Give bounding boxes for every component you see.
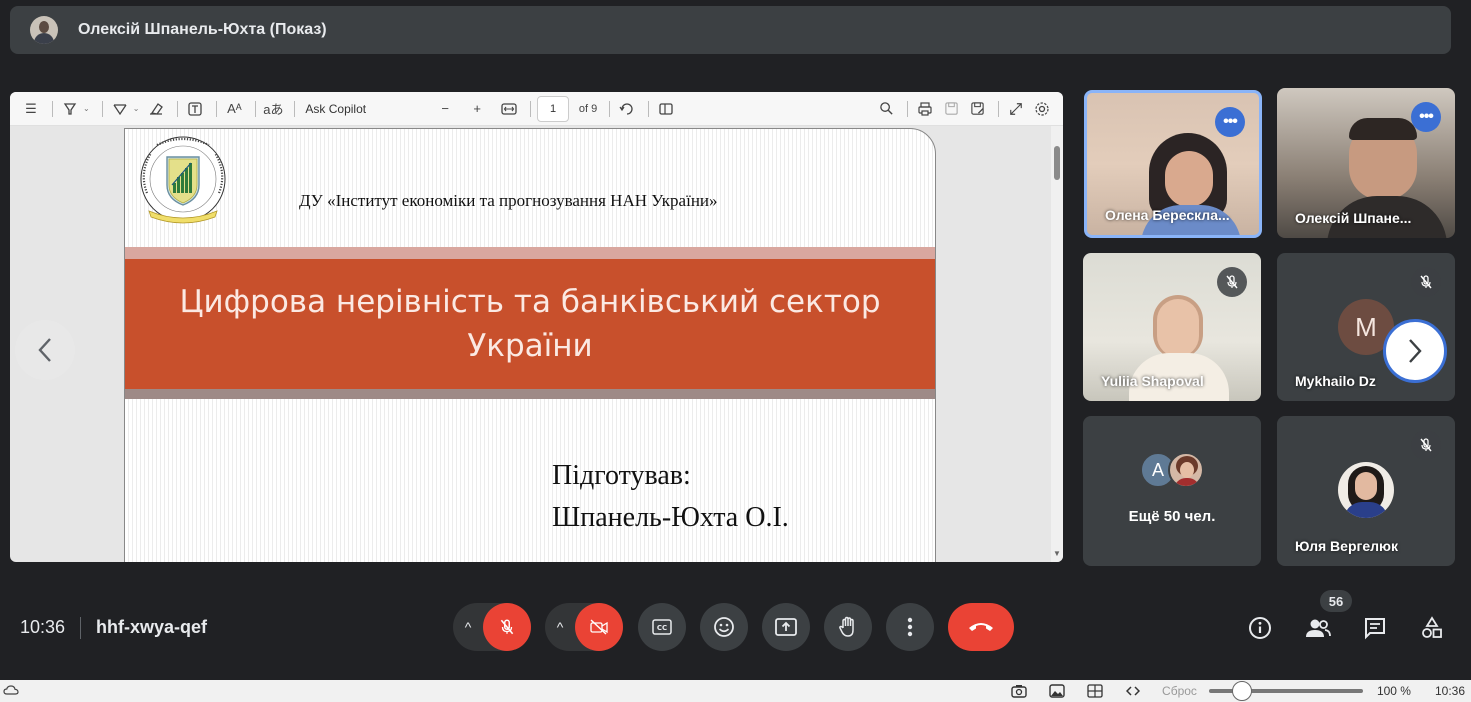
fullscreen-icon[interactable] bbox=[1005, 98, 1027, 120]
participants-count-badge: 56 bbox=[1320, 590, 1352, 612]
next-participants-button[interactable] bbox=[1383, 319, 1447, 383]
chevron-down-icon[interactable]: ⌄ bbox=[133, 104, 140, 113]
participant-tile[interactable]: Yuliia Shapoval bbox=[1083, 253, 1261, 401]
previous-page-button[interactable] bbox=[15, 320, 75, 380]
camera-control: ^ bbox=[545, 603, 623, 651]
highlight-icon[interactable] bbox=[59, 98, 81, 120]
code-icon[interactable] bbox=[1124, 684, 1142, 698]
muted-icon bbox=[1411, 267, 1441, 297]
more-participants-label: Ещё 50 чел. bbox=[1128, 508, 1216, 525]
meeting-details-icon[interactable] bbox=[1244, 612, 1276, 644]
slide-author: Підготував: Шпанель-Юхта О.І. bbox=[552, 455, 789, 539]
participant-name: Олексій Шпане... bbox=[1295, 210, 1412, 226]
microphone-off-button[interactable] bbox=[483, 603, 531, 651]
print-icon[interactable] bbox=[914, 98, 936, 120]
contents-icon[interactable]: ☰ bbox=[20, 98, 42, 120]
participant-name: Mykhailo Dz bbox=[1295, 373, 1376, 389]
image-icon[interactable] bbox=[1048, 684, 1066, 698]
presenter-avatar bbox=[30, 16, 58, 44]
rotate-icon[interactable] bbox=[616, 98, 638, 120]
save-as-icon[interactable] bbox=[966, 98, 988, 120]
participant-name: Yuliia Shapoval bbox=[1101, 373, 1204, 389]
pdf-viewer: ☰ ⌄ ⌄ Aᴬ aあ Ask Copilot − + 1 of 9 ДУ «І… bbox=[10, 92, 1063, 562]
participant-avatar bbox=[1338, 462, 1394, 518]
slide-title-line-2: України bbox=[467, 328, 593, 364]
pdf-toolbar: ☰ ⌄ ⌄ Aᴬ aあ Ask Copilot − + 1 of 9 bbox=[10, 92, 1063, 126]
zoom-in-icon[interactable]: + bbox=[466, 98, 488, 120]
page-total: of 9 bbox=[578, 102, 598, 115]
scrollbar-thumb[interactable] bbox=[1054, 146, 1060, 180]
scroll-down-icon[interactable]: ▼ bbox=[1053, 549, 1061, 558]
text-box-icon[interactable] bbox=[184, 98, 206, 120]
read-aloud-icon[interactable]: Aᴬ bbox=[223, 98, 245, 120]
ask-copilot-button[interactable]: Ask Copilot bbox=[305, 102, 366, 116]
chevron-up-icon[interactable]: ^ bbox=[545, 619, 575, 635]
participant-name: Олена Берескла... bbox=[1105, 207, 1230, 223]
presenter-name: Олексій Шпанель-Юхта (Показ) bbox=[78, 21, 327, 38]
draw-icon[interactable] bbox=[109, 98, 131, 120]
microphone-control: ^ bbox=[453, 603, 531, 651]
page-view-icon[interactable] bbox=[655, 98, 677, 120]
slide-title-line-1: Цифрова нерівність та банківський сектор bbox=[179, 284, 881, 320]
translate-icon[interactable]: aあ bbox=[262, 98, 284, 120]
participant-name: Юля Вергелюк bbox=[1295, 538, 1398, 554]
pdf-page: ДУ «Інститут економіки та прогнозування … bbox=[124, 128, 936, 562]
more-options-icon[interactable]: ••• bbox=[1411, 102, 1441, 132]
slide-institute-name: ДУ «Інститут економіки та прогнозування … bbox=[299, 191, 718, 210]
raise-hand-button[interactable] bbox=[824, 603, 872, 651]
layout-icon[interactable] bbox=[1086, 684, 1104, 698]
institute-logo bbox=[140, 136, 226, 224]
pdf-scrollbar[interactable]: ▼ bbox=[1051, 126, 1063, 562]
settings-icon[interactable] bbox=[1031, 98, 1053, 120]
zoom-reset-button[interactable]: Сброс bbox=[1162, 684, 1197, 698]
participant-tile[interactable]: Юля Вергелюк bbox=[1277, 416, 1455, 566]
zoom-level: 100 % bbox=[1376, 684, 1411, 698]
meeting-clock: 10:36 bbox=[20, 617, 66, 637]
muted-icon bbox=[1411, 430, 1441, 460]
participant-avatar bbox=[1168, 452, 1204, 488]
chevron-up-icon[interactable]: ^ bbox=[453, 619, 483, 635]
slide-prepared-label: Підготував: bbox=[552, 460, 691, 491]
slide-title: Цифрова нерівність та банківський сектор… bbox=[125, 259, 935, 389]
system-clock: 10:36 bbox=[1434, 684, 1465, 698]
leave-call-button[interactable] bbox=[948, 603, 1014, 651]
fit-width-icon[interactable] bbox=[498, 98, 520, 120]
camera-off-button[interactable] bbox=[575, 603, 623, 651]
slide-band-top bbox=[125, 247, 935, 259]
more-options-icon[interactable]: ••• bbox=[1215, 107, 1245, 137]
eraser-icon[interactable] bbox=[145, 98, 167, 120]
captions-button[interactable]: CC bbox=[638, 603, 686, 651]
emoji-button[interactable] bbox=[700, 603, 748, 651]
participant-tile[interactable]: ••• Олена Берескла... bbox=[1084, 90, 1262, 238]
chevron-down-icon[interactable]: ⌄ bbox=[83, 104, 90, 113]
presenter-bar: Олексій Шпанель-Юхта (Показ) bbox=[10, 6, 1451, 54]
svg-text:CC: CC bbox=[657, 624, 667, 632]
present-screen-button[interactable] bbox=[762, 603, 810, 651]
search-icon[interactable] bbox=[875, 98, 897, 120]
more-participants-tile[interactable]: A Ещё 50 чел. bbox=[1083, 416, 1261, 566]
browser-statusbar: Сброс 100 % 10:36 bbox=[0, 680, 1471, 702]
screenshot-icon[interactable] bbox=[1010, 684, 1028, 698]
zoom-out-icon[interactable]: − bbox=[434, 98, 456, 120]
more-options-button[interactable] bbox=[886, 603, 934, 651]
slide-band-bottom bbox=[125, 389, 935, 399]
save-icon[interactable] bbox=[940, 98, 962, 120]
participant-tile[interactable]: ••• Олексій Шпане... bbox=[1277, 88, 1455, 238]
activities-icon[interactable] bbox=[1416, 612, 1448, 644]
muted-icon bbox=[1217, 267, 1247, 297]
chat-icon[interactable] bbox=[1359, 612, 1391, 644]
cloud-icon[interactable] bbox=[3, 684, 19, 699]
meeting-code[interactable]: hhf-xwya-qef bbox=[96, 617, 207, 638]
slide-author-name: Шпанель-Юхта О.І. bbox=[552, 502, 789, 533]
page-number-input[interactable]: 1 bbox=[537, 95, 570, 122]
zoom-slider[interactable] bbox=[1208, 681, 1363, 701]
zoom-slider-handle[interactable] bbox=[1231, 681, 1252, 701]
people-icon[interactable] bbox=[1302, 612, 1334, 644]
